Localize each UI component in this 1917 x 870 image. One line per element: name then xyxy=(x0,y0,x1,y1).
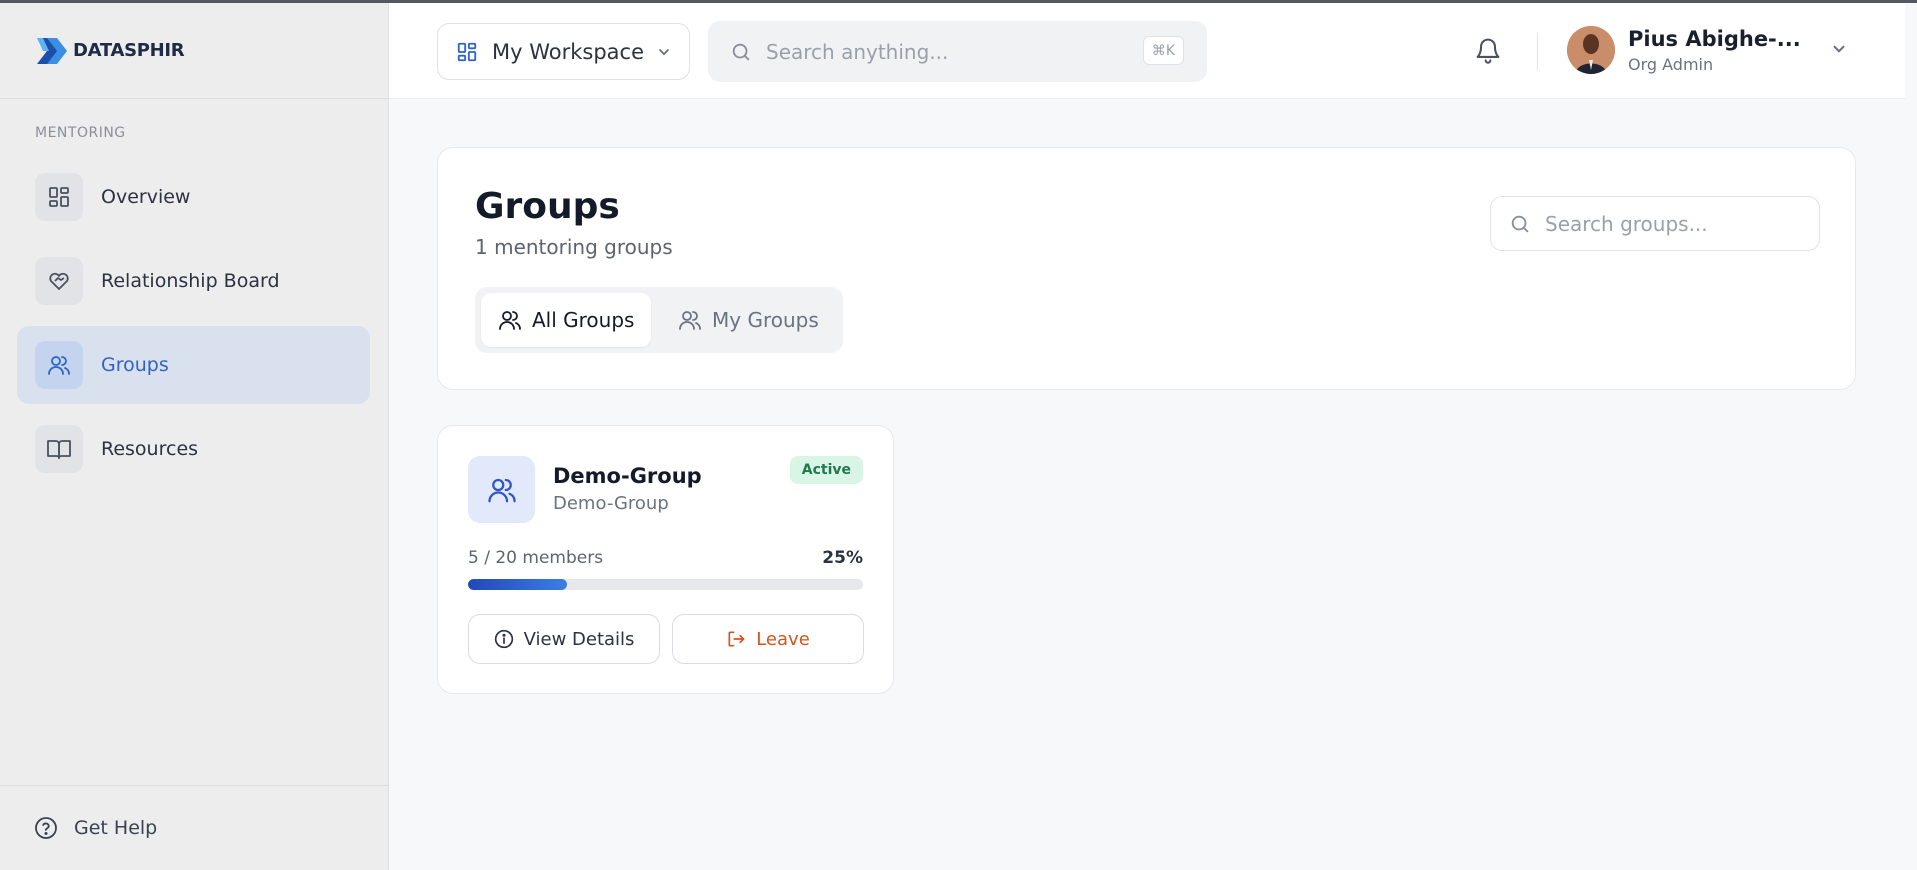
get-help-label: Get Help xyxy=(74,817,158,839)
sidebar-item-relationship-board[interactable]: Relationship Board xyxy=(17,242,370,320)
search-icon xyxy=(732,43,750,60)
book-icon xyxy=(35,425,83,473)
users-icon xyxy=(487,478,516,502)
info-icon xyxy=(494,629,513,649)
global-search-placeholder: Search anything... xyxy=(766,39,949,64)
header-divider xyxy=(1537,33,1538,70)
membership-progress-fill xyxy=(468,579,567,590)
search-icon xyxy=(1511,215,1529,232)
get-help-link[interactable]: Get Help xyxy=(0,785,389,870)
search-shortcut-badge: ⌘K xyxy=(1142,36,1184,65)
view-details-label: View Details xyxy=(523,628,635,650)
chevron-down-icon xyxy=(659,48,669,55)
global-search-input[interactable]: Search anything... ⌘K xyxy=(708,21,1207,82)
bell-icon[interactable] xyxy=(1474,35,1502,65)
sidebar-item-resources[interactable]: Resources xyxy=(17,410,370,488)
sidebar-item-label: Groups xyxy=(101,354,169,376)
page-subtitle: 1 mentoring groups xyxy=(475,235,673,259)
avatar[interactable] xyxy=(1567,26,1615,74)
sidebar-item-groups[interactable]: Groups xyxy=(17,326,370,404)
tab-label: All Groups xyxy=(532,308,635,332)
datasphir-logo-icon xyxy=(37,37,67,64)
workspace-grid-icon xyxy=(457,42,477,61)
sidebar-item-overview[interactable]: Overview xyxy=(17,158,370,236)
workspace-label: My Workspace xyxy=(492,39,645,64)
status-badge: Active xyxy=(789,456,863,484)
users-icon xyxy=(35,341,83,389)
sidebar-item-label: Overview xyxy=(101,186,191,208)
brand-logo[interactable]: DATASPHIR xyxy=(0,3,388,99)
log-out-icon xyxy=(728,631,745,647)
groups-header-card: Groups 1 mentoring groups All Groups My … xyxy=(437,147,1856,390)
member-count: 5 / 20 members xyxy=(468,548,604,568)
top-header: My Workspace Search anything... ⌘K Pius … xyxy=(389,3,1905,99)
member-percent: 25% xyxy=(822,548,863,568)
tab-my-groups[interactable]: My Groups xyxy=(661,293,836,347)
view-details-button[interactable]: View Details xyxy=(468,614,660,664)
workspace-switcher[interactable]: My Workspace xyxy=(437,23,690,80)
sidebar: DATASPHIR MENTORING Overview Relationshi… xyxy=(0,3,389,870)
group-description: Demo-Group xyxy=(553,493,669,514)
leave-button[interactable]: Leave xyxy=(672,614,864,664)
user-role: Org Admin xyxy=(1628,55,1714,74)
brand-name: DATASPHIR xyxy=(73,40,185,61)
group-tabs: All Groups My Groups xyxy=(475,287,843,353)
groups-search-input[interactable]: Search groups... xyxy=(1490,196,1820,251)
help-circle-icon xyxy=(35,817,57,839)
grid-icon xyxy=(35,173,83,221)
group-card: Demo-Group Demo-Group Active 5 / 20 memb… xyxy=(437,425,894,694)
groups-search-placeholder: Search groups... xyxy=(1545,211,1708,236)
section-label-mentoring: MENTORING xyxy=(35,125,126,141)
tab-label: My Groups xyxy=(712,308,819,332)
user-check-icon xyxy=(679,311,701,330)
group-name: Demo-Group xyxy=(553,464,702,488)
page-title: Groups xyxy=(475,186,620,227)
membership-progress-bar xyxy=(468,579,863,590)
users-icon xyxy=(499,311,521,330)
chevron-down-icon[interactable] xyxy=(1830,40,1848,58)
group-avatar xyxy=(468,456,535,523)
leave-label: Leave xyxy=(756,628,810,650)
tab-all-groups[interactable]: All Groups xyxy=(481,293,652,347)
heart-handshake-icon xyxy=(35,257,83,305)
user-name[interactable]: Pius Abighe-... xyxy=(1628,27,1801,51)
sidebar-item-label: Resources xyxy=(101,438,199,460)
sidebar-item-label: Relationship Board xyxy=(101,270,280,292)
